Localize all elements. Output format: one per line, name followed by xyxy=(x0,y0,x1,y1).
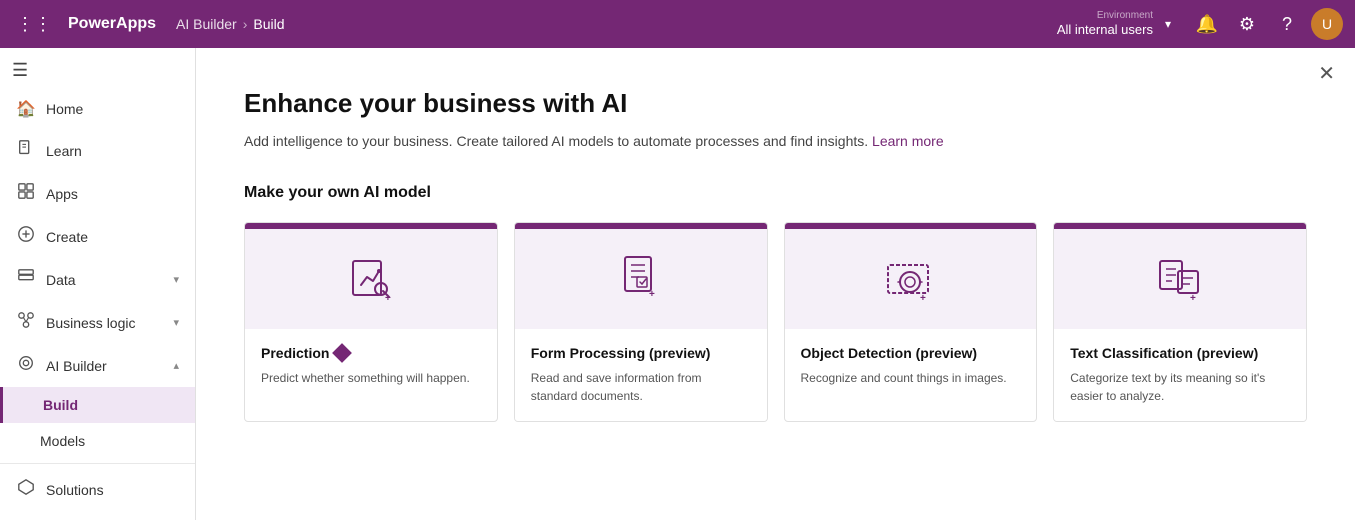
text-classification-card-title: Text Classification (preview) xyxy=(1070,345,1290,361)
waffle-menu[interactable]: ⋮⋮ xyxy=(12,10,56,39)
object-detection-card[interactable]: + Object Detection (preview) Recognize a… xyxy=(784,222,1038,422)
settings-icon[interactable]: ⚙ xyxy=(1231,8,1263,40)
data-icon xyxy=(16,268,36,291)
form-processing-card-desc: Read and save information from standard … xyxy=(531,369,751,405)
avatar[interactable]: U xyxy=(1311,8,1343,40)
sidebar-item-home[interactable]: 🏠 Home xyxy=(0,89,195,129)
form-processing-card[interactable]: + Form Processing (preview) Read and sav… xyxy=(514,222,768,422)
premium-badge-icon xyxy=(333,343,353,363)
environment-label: Environment xyxy=(1097,9,1153,22)
sidebar-divider xyxy=(0,463,195,464)
sidebar-item-solutions[interactable]: Solutions xyxy=(0,468,195,511)
sidebar-item-apps[interactable]: Apps xyxy=(0,172,195,215)
text-classification-illustration: + xyxy=(1054,229,1306,329)
sidebar-item-learn[interactable]: Learn xyxy=(0,129,195,172)
ai-builder-icon xyxy=(16,354,36,377)
breadcrumb-parent[interactable]: AI Builder xyxy=(176,16,237,32)
sidebar-item-label: Apps xyxy=(46,186,78,202)
prediction-card-title: Prediction xyxy=(261,345,481,361)
sidebar-collapse-button[interactable]: ☰ xyxy=(0,52,195,89)
sidebar-item-label: AI Builder xyxy=(46,358,107,374)
sidebar-item-label: Build xyxy=(43,397,78,413)
svg-text:+: + xyxy=(1190,293,1196,304)
sidebar-item-build[interactable]: Build xyxy=(0,387,195,423)
sidebar-item-label: Learn xyxy=(46,143,82,159)
form-processing-illustration: + xyxy=(515,229,767,329)
topnav-actions: 🔔 ⚙ ? U xyxy=(1191,8,1343,40)
text-classification-card[interactable]: + Text Classification (preview) Categori… xyxy=(1053,222,1307,422)
sidebar-item-ai-builder[interactable]: AI Builder ▴ xyxy=(0,344,195,387)
apps-icon xyxy=(16,182,36,205)
sidebar-item-business-logic[interactable]: Business logic ▾ xyxy=(0,301,195,344)
learn-more-link[interactable]: Learn more xyxy=(872,133,944,149)
prediction-card[interactable]: + Prediction Predict whether something w… xyxy=(244,222,498,422)
prediction-card-body: Prediction Predict whether something wil… xyxy=(245,329,497,403)
learn-icon xyxy=(16,139,36,162)
environment-chevron-icon[interactable]: ▾ xyxy=(1165,17,1171,31)
sidebar-item-label: Models xyxy=(40,433,85,449)
section-title: Make your own AI model xyxy=(244,184,1307,202)
sidebar: ☰ 🏠 Home Learn Apps Create xyxy=(0,48,196,520)
object-detection-card-title: Object Detection (preview) xyxy=(801,345,1021,361)
sidebar-item-label: Data xyxy=(46,272,76,288)
page-subtitle: Add intelligence to your business. Creat… xyxy=(244,131,1307,152)
svg-text:+: + xyxy=(920,293,926,304)
close-button[interactable]: ✕ xyxy=(1318,64,1335,84)
main-content: ✕ Enhance your business with AI Add inte… xyxy=(196,48,1355,520)
environment-selector[interactable]: Environment All internal users xyxy=(1057,9,1153,39)
sidebar-item-label: Create xyxy=(46,229,88,245)
form-processing-card-title: Form Processing (preview) xyxy=(531,345,751,361)
help-icon[interactable]: ? xyxy=(1271,8,1303,40)
sidebar-item-label: Solutions xyxy=(46,482,104,498)
prediction-card-desc: Predict whether something will happen. xyxy=(261,369,481,387)
breadcrumb-separator: › xyxy=(243,16,248,32)
create-icon xyxy=(16,225,36,248)
business-logic-icon xyxy=(16,311,36,334)
text-classification-card-body: Text Classification (preview) Categorize… xyxy=(1054,329,1306,421)
sidebar-item-label: Business logic xyxy=(46,315,136,331)
ai-builder-chevron-icon: ▴ xyxy=(173,359,179,372)
home-icon: 🏠 xyxy=(16,99,36,119)
solutions-icon xyxy=(16,478,36,501)
object-detection-card-body: Object Detection (preview) Recognize and… xyxy=(785,329,1037,403)
breadcrumb-current: Build xyxy=(253,16,284,32)
sidebar-item-models[interactable]: Models xyxy=(0,423,195,459)
sidebar-item-label: Home xyxy=(46,101,83,117)
sidebar-item-create[interactable]: Create xyxy=(0,215,195,258)
main-layout: ☰ 🏠 Home Learn Apps Create xyxy=(0,48,1355,520)
page-title: Enhance your business with AI xyxy=(244,88,1307,119)
app-logo: PowerApps xyxy=(68,15,156,33)
ai-model-cards-grid: + Prediction Predict whether something w… xyxy=(244,222,1307,422)
object-detection-card-desc: Recognize and count things in images. xyxy=(801,369,1021,387)
breadcrumb: AI Builder › Build xyxy=(176,16,285,32)
object-detection-illustration: + xyxy=(785,229,1037,329)
sidebar-item-data[interactable]: Data ▾ xyxy=(0,258,195,301)
svg-text:+: + xyxy=(649,289,655,300)
prediction-illustration: + xyxy=(245,229,497,329)
text-classification-card-desc: Categorize text by its meaning so it's e… xyxy=(1070,369,1290,405)
notifications-icon[interactable]: 🔔 xyxy=(1191,8,1223,40)
form-processing-card-body: Form Processing (preview) Read and save … xyxy=(515,329,767,421)
business-logic-chevron-icon: ▾ xyxy=(173,316,179,329)
environment-name: All internal users xyxy=(1057,22,1153,39)
top-navigation: ⋮⋮ PowerApps AI Builder › Build Environm… xyxy=(0,0,1355,48)
svg-text:+: + xyxy=(385,293,391,304)
data-chevron-icon: ▾ xyxy=(173,273,179,286)
